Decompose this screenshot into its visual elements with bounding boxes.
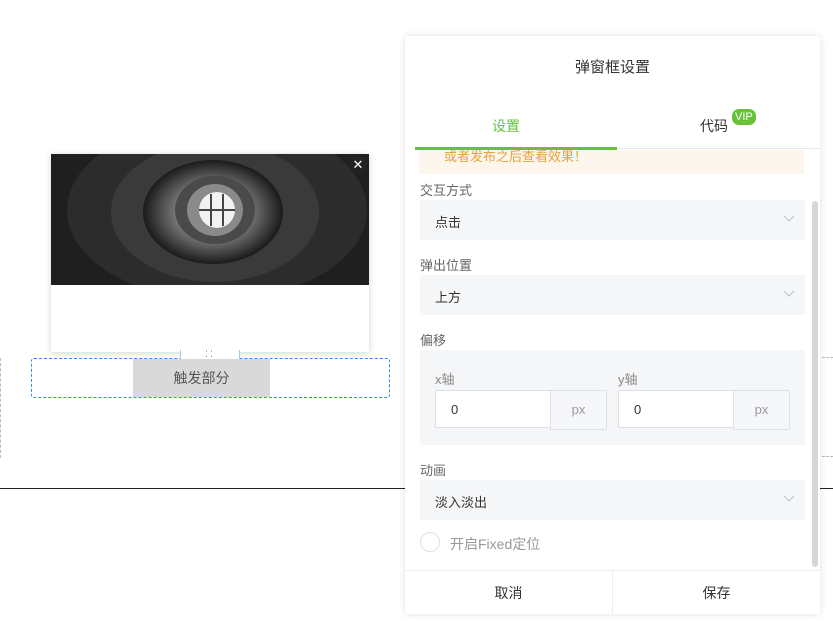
animation-label: 动画 (420, 463, 447, 478)
chevron-down-icon (783, 290, 795, 297)
chevron-down-icon (783, 495, 795, 502)
position-value: 上方 (435, 290, 462, 305)
y-axis-label: y轴 (618, 372, 638, 387)
close-icon[interactable]: ✕ (349, 156, 367, 174)
offset-group: x轴 0 px y轴 0 px (420, 350, 805, 445)
tab-code[interactable]: 代码 (700, 116, 728, 136)
vip-badge: VIP (732, 109, 756, 125)
section-dashed-border (0, 358, 1, 458)
offset-label: 偏移 (420, 333, 447, 348)
panel-footer: 取消 保存 (405, 570, 820, 614)
x-offset-unit: px (550, 390, 607, 430)
position-select[interactable]: 上方 (420, 275, 805, 315)
notice-text: 或者发布之后查看效果！ (444, 150, 588, 164)
notice-banner: 或者发布之后查看效果！ (419, 150, 804, 174)
chevron-down-icon (783, 215, 795, 222)
panel-scrollbar[interactable] (812, 201, 818, 567)
position-label: 弹出位置 (420, 258, 473, 273)
trigger-button[interactable]: 触发部分 (133, 359, 270, 397)
animation-value: 淡入淡出 (435, 495, 488, 510)
x-offset-input[interactable]: 0 (435, 390, 550, 428)
section-dashed-border (822, 456, 833, 457)
fixed-position-label[interactable]: 开启Fixed定位 (450, 534, 540, 554)
popup-settings-panel: 弹窗框设置 设置 代码 VIP 或者发布之后查看效果！ 交互方式 点击 弹出位置… (405, 36, 820, 614)
panel-title: 弹窗框设置 (574, 59, 650, 76)
tab-settings[interactable]: 设置 (492, 116, 520, 136)
popup-image (51, 154, 369, 285)
section-dashed-border (822, 357, 833, 358)
y-offset-input[interactable]: 0 (618, 390, 733, 428)
interaction-select[interactable]: 点击 (420, 200, 805, 240)
save-button[interactable]: 保存 (613, 571, 820, 614)
cancel-button[interactable]: 取消 (405, 571, 612, 614)
interaction-label: 交互方式 (420, 183, 473, 198)
popup-preview[interactable]: ✕ (51, 154, 369, 352)
y-offset-unit: px (733, 390, 790, 430)
fixed-position-checkbox[interactable] (420, 532, 440, 552)
interaction-value: 点击 (435, 215, 462, 230)
animation-select[interactable]: 淡入淡出 (420, 480, 805, 520)
x-axis-label: x轴 (435, 372, 455, 387)
